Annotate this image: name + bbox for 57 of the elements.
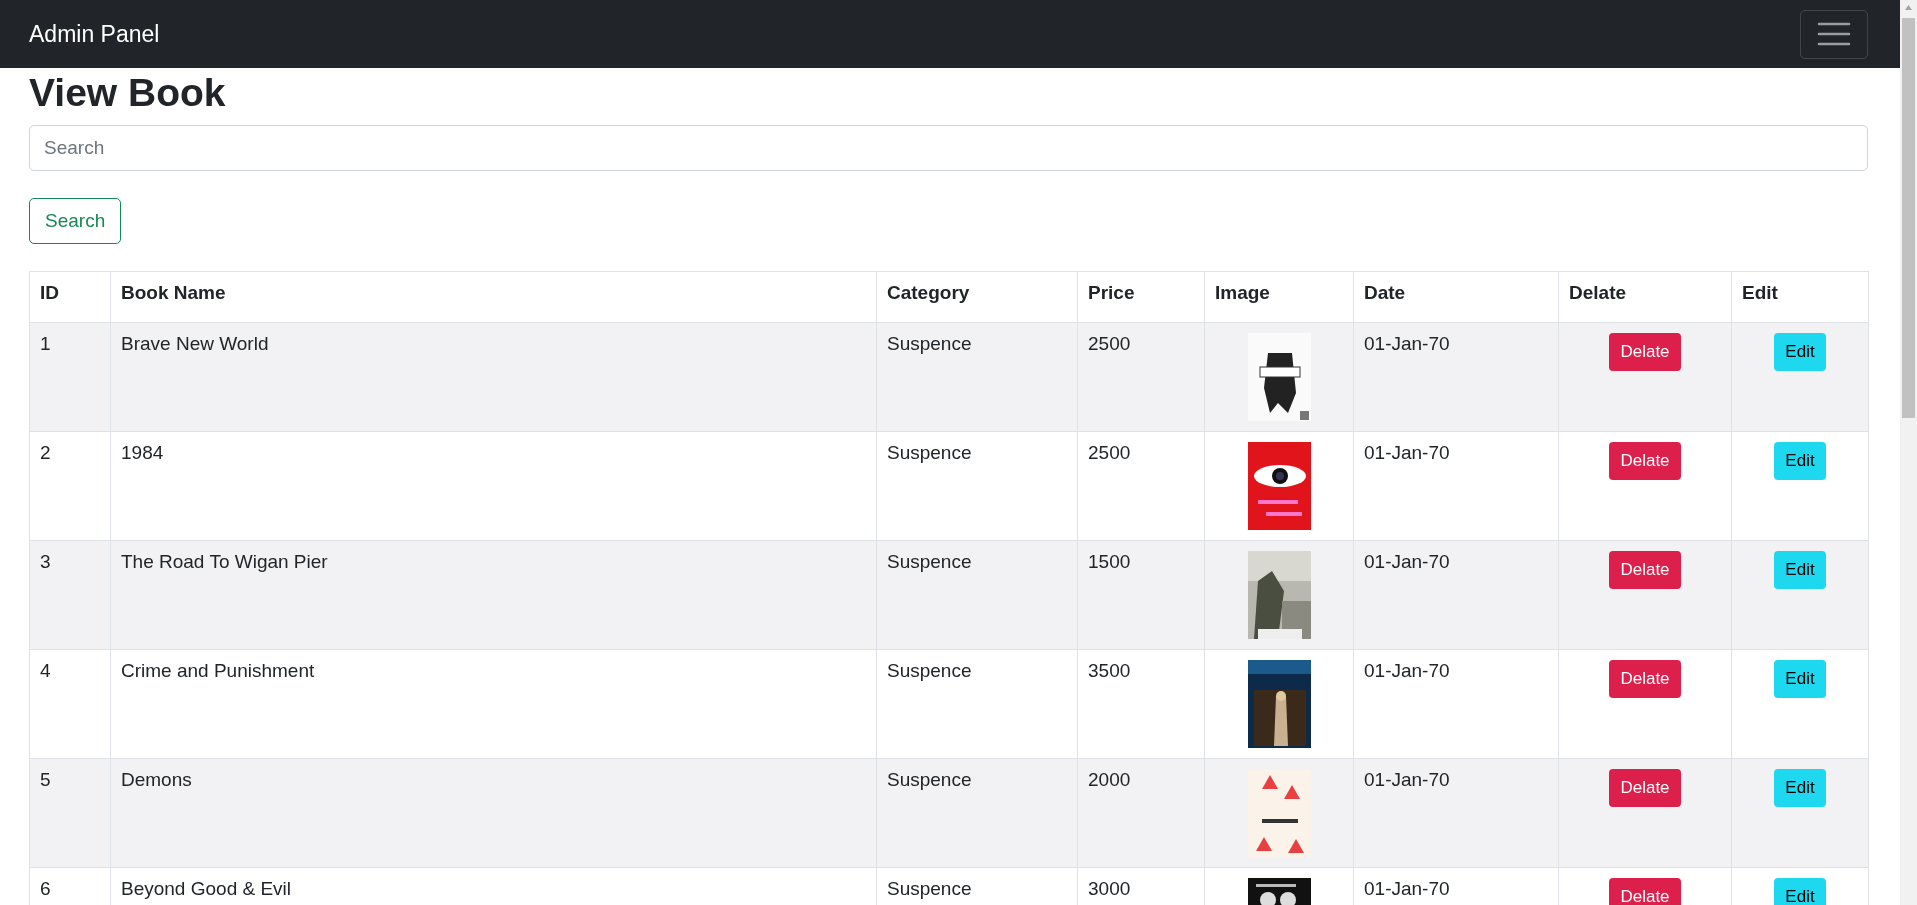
table-cell: 2 (40, 441, 51, 463)
column-header: Date (1364, 281, 1406, 303)
page-title: View Book (29, 71, 226, 114)
table-cell: 5 (40, 768, 51, 790)
table-cell: 01-Jan-70 (1364, 768, 1450, 790)
column-header: Price (1088, 281, 1135, 303)
table-cell: 1984 (121, 441, 164, 463)
search-field[interactable]: Search (29, 124, 1868, 171)
table-cell: 2000 (1088, 768, 1131, 790)
edit-button[interactable]: Edit (1774, 877, 1826, 905)
table-cell: 01-Jan-70 (1364, 441, 1450, 463)
column-header: Image (1215, 281, 1270, 303)
brand-title[interactable]: Admin Panel (29, 20, 160, 48)
column-header: Edit (1742, 281, 1778, 303)
menu-button[interactable] (1800, 9, 1868, 59)
table-cell: 01-Jan-70 (1364, 877, 1450, 899)
table-cell: 01-Jan-70 (1364, 659, 1450, 681)
table-cell: 01-Jan-70 (1364, 332, 1450, 354)
table-cell: The Road To Wigan Pier (121, 550, 328, 572)
table-cell: Suspence (887, 332, 972, 354)
edit-button[interactable]: Edit (1774, 441, 1826, 480)
edit-button[interactable]: Edit (1774, 768, 1826, 807)
table-cell: 01-Jan-70 (1364, 550, 1450, 572)
delete-button[interactable]: Delate (1609, 877, 1681, 905)
table-cell: 3000 (1088, 877, 1131, 899)
column-header: Category (887, 281, 970, 303)
delete-button[interactable]: Delate (1609, 768, 1681, 807)
table-cell: 1 (40, 332, 51, 354)
table-cell: 4 (40, 659, 51, 681)
delete-button[interactable]: Delate (1609, 332, 1681, 371)
menu-icon (1816, 21, 1852, 47)
table-cell: Beyond Good & Evil (121, 877, 292, 899)
column-header: ID (40, 281, 59, 303)
table-cell: Demons (121, 768, 192, 790)
table-cell: Suspence (887, 550, 972, 572)
column-header: Delate (1569, 281, 1627, 303)
table-cell: Suspence (887, 659, 972, 681)
table-cell: Crime and Punishment (121, 659, 315, 681)
edit-button[interactable]: Edit (1774, 659, 1826, 698)
table-cell: 1500 (1088, 550, 1131, 572)
edit-button[interactable]: Edit (1774, 332, 1826, 371)
table-cell: Suspence (887, 441, 972, 463)
table-cell: 3500 (1088, 659, 1131, 681)
edit-button[interactable]: Edit (1774, 550, 1826, 589)
table-cell: 3 (40, 550, 51, 572)
search-button[interactable]: Search (29, 197, 122, 244)
delete-button[interactable]: Delate (1609, 550, 1681, 589)
scrollbar[interactable] (1900, 0, 1917, 905)
delete-button[interactable]: Delate (1609, 659, 1681, 698)
column-header: Book Name (121, 281, 226, 303)
delete-button[interactable]: Delate (1609, 441, 1681, 480)
table-cell: 6 (40, 877, 51, 899)
table-cell: Brave New World (121, 332, 269, 354)
table-cell: Suspence (887, 877, 972, 899)
table-cell: 2500 (1088, 441, 1131, 463)
table-cell: Suspence (887, 768, 972, 790)
table-cell: 2500 (1088, 332, 1131, 354)
